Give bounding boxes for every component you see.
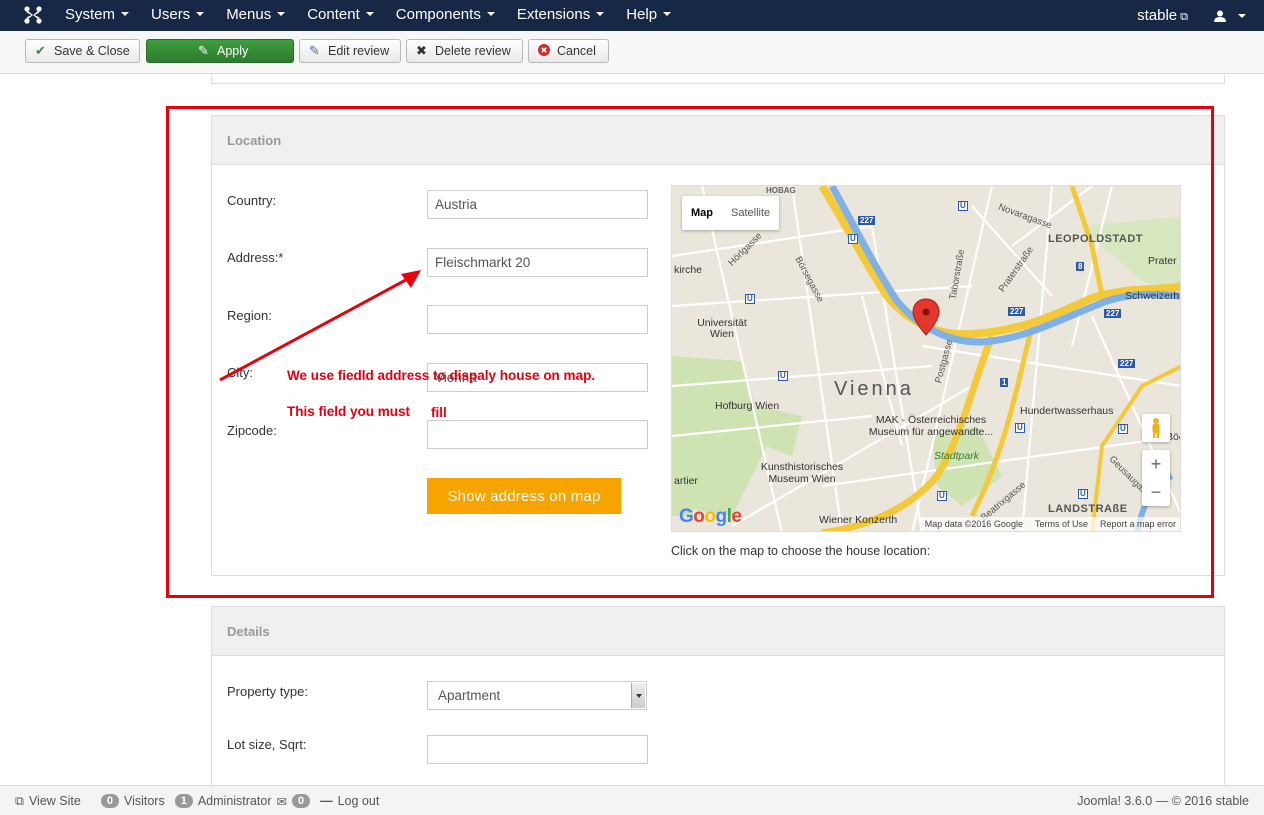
- cancel-button[interactable]: Cancel: [528, 39, 609, 63]
- site-name: stable: [1137, 7, 1178, 24]
- apply-button[interactable]: ✎ Apply: [146, 39, 294, 63]
- top-navbar: System Users Menus Content Components Ex…: [0, 0, 1264, 31]
- user-menu[interactable]: [1214, 10, 1246, 22]
- caret-down-icon: [121, 12, 130, 16]
- external-link-icon: ⧉: [1180, 11, 1188, 23]
- property-type-label: Property type:: [227, 684, 308, 699]
- navbar-right: stable ⧉: [1137, 0, 1246, 31]
- details-panel: Details Property type: Apartment Lot siz…: [211, 606, 1225, 785]
- menu-content[interactable]: Content: [296, 0, 385, 31]
- joomla-logo-icon[interactable]: [22, 5, 44, 25]
- menu-system[interactable]: System: [54, 0, 140, 31]
- visitors-label: Visitors: [123, 794, 165, 808]
- admin-count-badge: 1: [174, 794, 193, 808]
- menu-label: Components: [395, 6, 481, 23]
- delete-review-button[interactable]: ✖ Delete review: [406, 39, 523, 63]
- property-type-value: Apartment: [438, 688, 501, 703]
- button-label: Apply: [217, 44, 249, 58]
- messages-count-badge[interactable]: 0: [291, 794, 311, 808]
- check-icon: ✔: [35, 43, 46, 58]
- lot-size-label: Lot size, Sqrt:: [227, 737, 307, 752]
- visitors-count-badge: 0: [100, 794, 119, 808]
- caret-down-icon: [277, 12, 286, 16]
- caret-down-icon: [486, 12, 495, 16]
- view-site-link[interactable]: View Site: [29, 794, 81, 808]
- menu-label: System: [65, 6, 116, 23]
- edit-review-button[interactable]: ✎ Edit review: [299, 39, 401, 63]
- previous-panel: [211, 75, 1225, 84]
- annotation-text-line2b: fill: [431, 405, 447, 420]
- caret-down-icon: [196, 12, 205, 16]
- logout-link[interactable]: Log out: [338, 794, 380, 808]
- caret-down-icon: [1238, 13, 1246, 18]
- main-menu: System Users Menus Content Components Ex…: [54, 0, 682, 31]
- menu-help[interactable]: Help: [615, 0, 682, 31]
- button-label: Cancel: [557, 44, 596, 58]
- cancel-circle-icon: [537, 43, 550, 59]
- caret-down-icon: [365, 12, 374, 16]
- details-panel-title: Details: [212, 607, 1224, 656]
- toolbar: ✔ Save & Close ✎ Apply ✎ Edit review ✖ Delet…: [0, 31, 1264, 74]
- annotation-text-line1: We use fiedld address to dispaly house o…: [287, 368, 596, 383]
- status-bar: ⧉ View Site 0 Visitors 1 Administrator ✉…: [0, 785, 1264, 815]
- external-link-icon: ⧉: [15, 793, 24, 808]
- menu-label: Extensions: [516, 6, 591, 23]
- edit-icon: ✎: [198, 43, 209, 58]
- administrator-label: Administrator: [197, 794, 272, 808]
- user-icon: [1214, 10, 1226, 22]
- menu-label: Content: [307, 6, 360, 23]
- version-info: Joomla! 3.6.0 — © 2016 stable: [1077, 794, 1249, 808]
- dropdown-arrow-icon: [631, 683, 645, 708]
- button-label: Save & Close: [54, 44, 130, 58]
- menu-label: Users: [151, 6, 191, 23]
- menu-extensions[interactable]: Extensions: [506, 0, 615, 31]
- edit-icon: ✎: [309, 43, 320, 58]
- menu-components[interactable]: Components: [385, 0, 506, 31]
- site-link[interactable]: stable ⧉: [1137, 7, 1188, 24]
- menu-label: Menus: [226, 6, 272, 23]
- caret-down-icon: [663, 12, 672, 16]
- close-icon: ✖: [416, 43, 427, 58]
- property-type-select[interactable]: Apartment: [427, 681, 647, 710]
- menu-users[interactable]: Users: [140, 0, 215, 31]
- menu-menus[interactable]: Menus: [215, 0, 296, 31]
- envelope-icon: ✉: [276, 794, 287, 809]
- status-bar-left: ⧉ View Site 0 Visitors 1 Administrator ✉…: [15, 786, 379, 815]
- logout-icon: —: [320, 794, 333, 808]
- save-close-button[interactable]: ✔ Save & Close: [25, 39, 140, 63]
- menu-label: Help: [626, 6, 658, 23]
- main-content[interactable]: Location Country: Address:* Region: City…: [0, 75, 1264, 785]
- button-label: Delete review: [435, 44, 511, 58]
- button-label: Edit review: [328, 44, 390, 58]
- caret-down-icon: [596, 12, 605, 16]
- lot-size-field[interactable]: [427, 735, 648, 764]
- annotation-text-line2a: This field you must: [287, 404, 411, 419]
